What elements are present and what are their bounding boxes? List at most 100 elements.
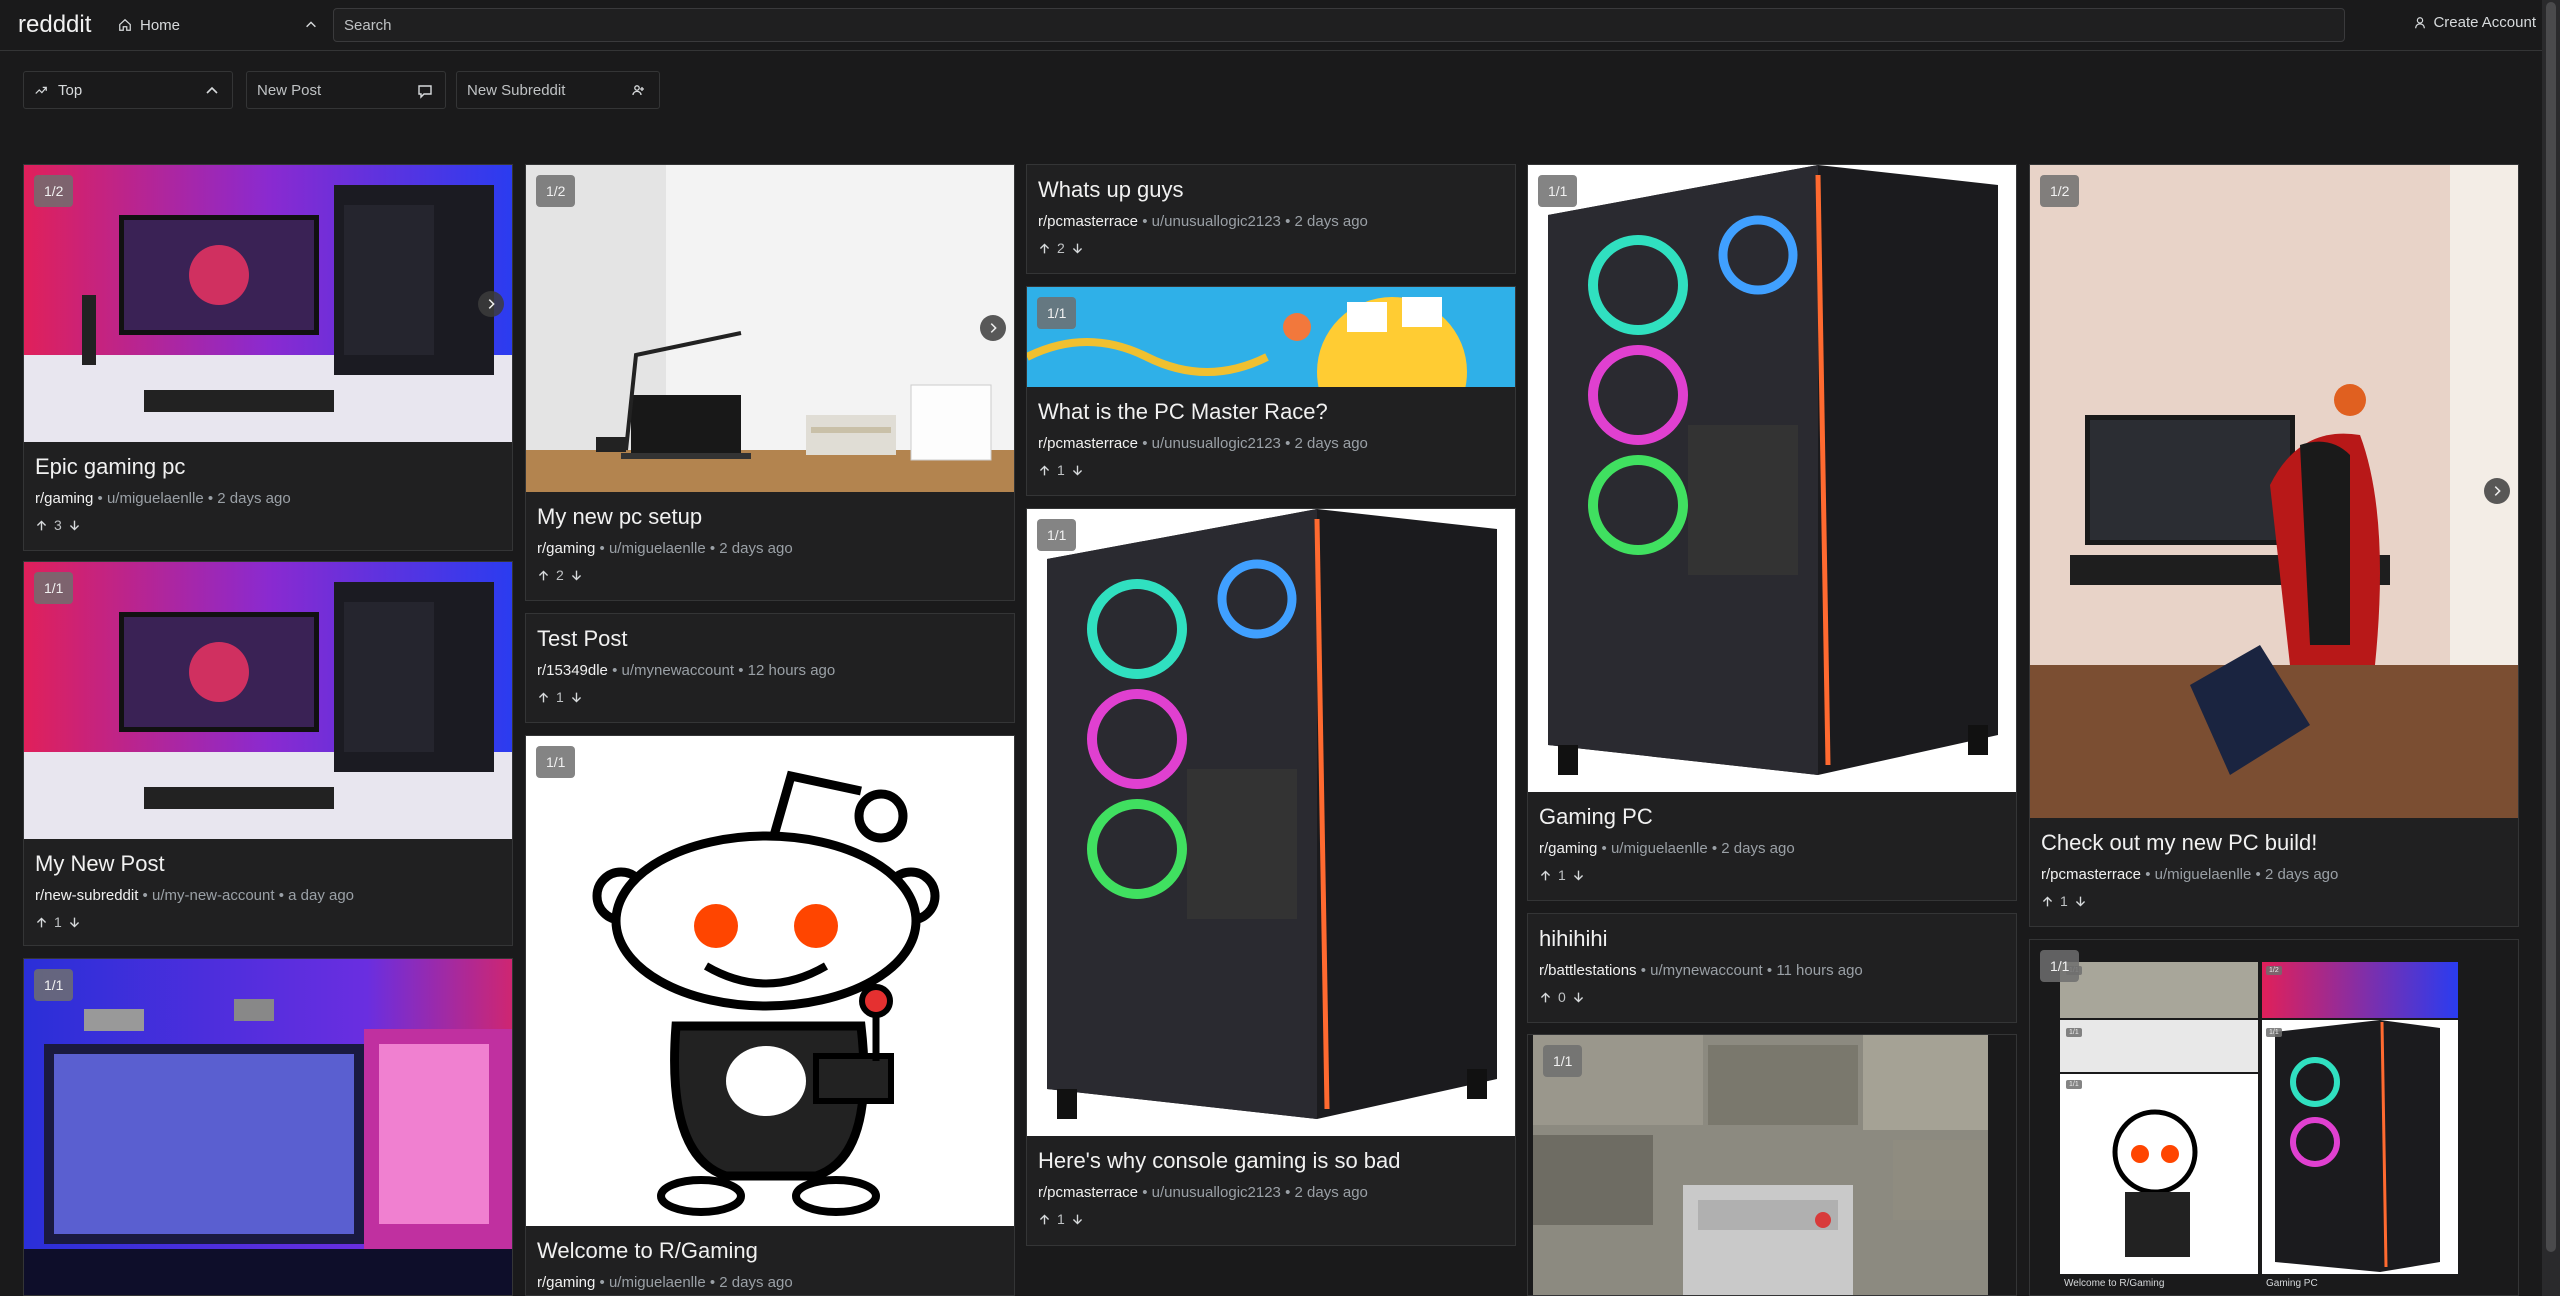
downvote-arrow-icon[interactable] xyxy=(1572,869,1585,882)
post-image[interactable]: 1/2 xyxy=(2030,165,2518,818)
post-author-link[interactable]: u/miguelaenlle xyxy=(2155,866,2252,883)
downvote-arrow-icon[interactable] xyxy=(570,691,583,704)
post-title[interactable]: My new pc setup xyxy=(537,504,1003,530)
post-title[interactable]: What is the PC Master Race? xyxy=(1038,399,1504,425)
upvote-arrow-icon[interactable] xyxy=(537,691,550,704)
post-subreddit-link[interactable]: r/15349dle xyxy=(537,662,608,679)
post-image[interactable]: Welcome to R/Gaming Gaming PC 1/1 1/2 1/… xyxy=(2060,962,2470,1295)
upvote-arrow-icon[interactable] xyxy=(1038,1213,1051,1226)
post-title[interactable]: Test Post xyxy=(537,626,1003,652)
post-title[interactable]: Whats up guys xyxy=(1038,177,1504,203)
upvote-arrow-icon[interactable] xyxy=(537,569,550,582)
gaming-setup-image xyxy=(24,165,512,442)
post-image[interactable]: 1/1 xyxy=(24,562,512,839)
post-subreddit-link[interactable]: r/new-subreddit xyxy=(35,887,138,904)
post-subreddit-link[interactable]: r/gaming xyxy=(35,490,93,507)
new-post-field[interactable]: New Post xyxy=(246,71,446,109)
upvote-arrow-icon[interactable] xyxy=(2041,895,2054,908)
post-title[interactable]: Epic gaming pc xyxy=(35,454,501,480)
upvote-arrow-icon[interactable] xyxy=(35,916,48,929)
page-scrollbar[interactable] xyxy=(2542,0,2560,1296)
post-card[interactable]: Whats up guys r/pcmasterrace • u/unusual… xyxy=(1026,164,1516,274)
post-timestamp: a day ago xyxy=(288,887,355,904)
post-subreddit-link[interactable]: r/pcmasterrace xyxy=(2041,866,2141,883)
post-card[interactable]: 1/1 xyxy=(23,958,513,1296)
chat-bubble-icon[interactable] xyxy=(417,83,433,99)
next-image-button[interactable] xyxy=(478,291,504,317)
post-card[interactable]: Welcome to R/Gaming Gaming PC 1/1 1/2 1/… xyxy=(2029,939,2519,1296)
post-image[interactable]: 1/1 xyxy=(24,959,512,1295)
pc-case-image xyxy=(1027,509,1515,1136)
post-author-link[interactable]: u/unusuallogic2123 xyxy=(1152,1184,1281,1201)
new-subreddit-field[interactable]: New Subreddit xyxy=(456,71,660,109)
post-subreddit-link[interactable]: r/gaming xyxy=(537,540,595,557)
upvote-arrow-icon[interactable] xyxy=(1038,464,1051,477)
post-card[interactable]: 1/2 Epic gaming pc r/gaming • u/miguelae… xyxy=(23,164,513,551)
downvote-arrow-icon[interactable] xyxy=(2074,895,2087,908)
post-timestamp: 2 days ago xyxy=(1294,435,1368,452)
post-image[interactable]: 1/1 xyxy=(1528,165,2016,792)
downvote-arrow-icon[interactable] xyxy=(1071,464,1084,477)
image-counter-badge: 1/2 xyxy=(34,175,74,207)
post-timestamp: 2 days ago xyxy=(2264,866,2339,883)
post-title[interactable]: Gaming PC xyxy=(1539,804,2005,830)
neon-setup-image xyxy=(24,959,512,1295)
post-card[interactable]: hihihihi r/battlestations • u/mynewaccou… xyxy=(1527,913,2017,1023)
post-author-link[interactable]: u/my-new-account xyxy=(152,887,275,904)
brand-logo[interactable]: redddit xyxy=(18,11,91,39)
downvote-arrow-icon[interactable] xyxy=(570,569,583,582)
post-image[interactable]: 1/1 xyxy=(1027,287,1515,387)
post-card[interactable]: 1/1 What is the PC Master Race? r/pcmast… xyxy=(1026,286,1516,496)
post-subreddit-link[interactable]: r/gaming xyxy=(537,1274,595,1291)
group-add-icon[interactable] xyxy=(631,83,647,99)
post-card[interactable]: 1/1 My New Post r/new-subreddit • u/my-n… xyxy=(23,561,513,946)
next-image-button[interactable] xyxy=(980,315,1006,341)
post-card[interactable]: 1/1 Here's why console gaming is so bad … xyxy=(1026,508,1516,1246)
scrollbar-thumb[interactable] xyxy=(2546,2,2556,1252)
post-subreddit-link[interactable]: r/battlestations xyxy=(1539,962,1637,979)
post-card[interactable]: 1/2 Check out my new PC build! r/pcmaste… xyxy=(2029,164,2519,927)
next-image-button[interactable] xyxy=(2484,478,2510,504)
home-dropdown[interactable]: Home xyxy=(118,11,318,39)
sort-dropdown[interactable]: Top xyxy=(23,71,233,109)
downvote-arrow-icon[interactable] xyxy=(1071,242,1084,255)
post-title[interactable]: Welcome to R/Gaming xyxy=(537,1238,1003,1264)
post-title[interactable]: My New Post xyxy=(35,851,501,877)
post-title[interactable]: Here's why console gaming is so bad xyxy=(1038,1148,1504,1174)
post-author-link[interactable]: u/miguelaenlle xyxy=(107,490,204,507)
post-title[interactable]: Check out my new PC build! xyxy=(2041,830,2507,856)
post-subreddit-link[interactable]: r/pcmasterrace xyxy=(1038,213,1138,230)
post-card[interactable]: 1/1 Welcome to R/Gaming r/gaming • u/mig… xyxy=(525,735,1015,1296)
post-author-link[interactable]: u/mynewaccount xyxy=(622,662,735,679)
post-card[interactable]: Test Post r/15349dle • u/mynewaccount • … xyxy=(525,613,1015,723)
post-image[interactable]: 1/2 xyxy=(526,165,1014,492)
post-author-link[interactable]: u/mynewaccount xyxy=(1650,962,1763,979)
post-subreddit-link[interactable]: r/pcmasterrace xyxy=(1038,1184,1138,1201)
search-input[interactable] xyxy=(333,8,2345,42)
post-card[interactable]: 1/1 Gaming PC r/gaming • u/miguelaenlle … xyxy=(1527,164,2017,901)
post-image[interactable]: 1/2 xyxy=(24,165,512,442)
downvote-arrow-icon[interactable] xyxy=(1572,991,1585,1004)
post-timestamp: 2 days ago xyxy=(217,490,291,507)
post-author-link[interactable]: u/unusuallogic2123 xyxy=(1152,213,1281,230)
post-subreddit-link[interactable]: r/pcmasterrace xyxy=(1038,435,1138,452)
create-account-button[interactable]: Create Account xyxy=(2413,14,2536,31)
post-image[interactable]: 1/1 xyxy=(526,736,1014,1226)
post-subreddit-link[interactable]: r/gaming xyxy=(1539,840,1597,857)
post-card[interactable]: 1/1 xyxy=(1527,1034,2017,1296)
post-image[interactable]: 1/1 xyxy=(1027,509,1515,1136)
downvote-arrow-icon[interactable] xyxy=(1071,1213,1084,1226)
post-author-link[interactable]: u/miguelaenlle xyxy=(1611,840,1708,857)
post-card[interactable]: 1/2 My new pc setup r/gaming • u/miguela… xyxy=(525,164,1015,601)
downvote-arrow-icon[interactable] xyxy=(68,519,81,532)
upvote-arrow-icon[interactable] xyxy=(1539,991,1552,1004)
upvote-arrow-icon[interactable] xyxy=(1539,869,1552,882)
downvote-arrow-icon[interactable] xyxy=(68,916,81,929)
post-author-link[interactable]: u/miguelaenlle xyxy=(609,540,706,557)
post-image[interactable]: 1/1 xyxy=(1533,1035,1988,1295)
upvote-arrow-icon[interactable] xyxy=(1038,242,1051,255)
post-author-link[interactable]: u/unusuallogic2123 xyxy=(1152,435,1281,452)
upvote-arrow-icon[interactable] xyxy=(35,519,48,532)
post-title[interactable]: hihihihi xyxy=(1539,926,2005,952)
post-author-link[interactable]: u/miguelaenlle xyxy=(609,1274,706,1291)
